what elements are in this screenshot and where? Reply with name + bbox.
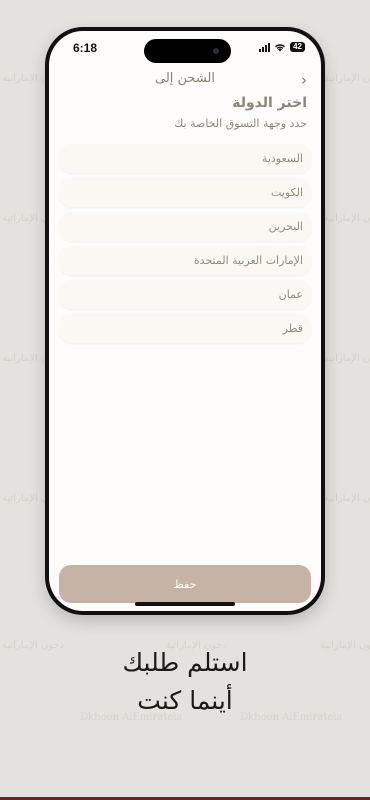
section-title: اختر الدولة xyxy=(232,95,307,111)
status-icons: 42 xyxy=(259,42,305,52)
tagline-line-1: استلم طلبك xyxy=(122,648,248,677)
chevron-right-icon[interactable]: › xyxy=(301,71,307,89)
country-label: قطر xyxy=(282,322,303,335)
country-option-qatar[interactable]: قطر xyxy=(59,314,311,343)
country-label: البحرين xyxy=(268,220,303,233)
app-screen: 6:18 42 الشحن إلى › اختر الدولة حدد وجهة… xyxy=(49,31,321,611)
watermark: دخون الإماراتية xyxy=(324,213,370,224)
section-subtitle: حدد وجهة التسوق الخاصة بك xyxy=(174,117,307,130)
signal-icon xyxy=(259,42,271,52)
watermark: دخون الإماراتية xyxy=(324,73,370,84)
country-label: عمان xyxy=(278,288,303,301)
save-button[interactable]: حفظ xyxy=(59,565,311,603)
country-option-oman[interactable]: عمان xyxy=(59,280,311,309)
phone-frame: 6:18 42 الشحن إلى › اختر الدولة حدد وجهة… xyxy=(45,27,325,615)
battery-icon: 42 xyxy=(290,42,305,52)
page-title: الشحن إلى xyxy=(155,71,215,86)
dynamic-island xyxy=(144,39,231,63)
watermark: دخون الإماراتية xyxy=(324,493,370,504)
status-time: 6:18 xyxy=(73,41,98,55)
country-list: السعودية الكويت البحرين الإمارات العربية… xyxy=(59,144,311,348)
country-option-uae[interactable]: الإمارات العربية المتحدة xyxy=(59,246,311,275)
wifi-icon xyxy=(275,43,286,51)
home-indicator xyxy=(135,602,235,606)
country-option-kuwait[interactable]: الكويت xyxy=(59,178,311,207)
country-option-bahrain[interactable]: البحرين xyxy=(59,212,311,241)
watermark: دخون الإماراتية xyxy=(324,353,370,364)
country-label: الكويت xyxy=(270,186,303,199)
camera-icon xyxy=(213,48,219,54)
header: الشحن إلى › xyxy=(49,69,321,91)
status-bar: 6:18 42 xyxy=(49,37,321,63)
country-label: الإمارات العربية المتحدة xyxy=(193,254,303,267)
country-label: السعودية xyxy=(261,152,303,165)
country-option-saudi[interactable]: السعودية xyxy=(59,144,311,173)
tagline-line-2: أينما كنت xyxy=(137,686,233,715)
